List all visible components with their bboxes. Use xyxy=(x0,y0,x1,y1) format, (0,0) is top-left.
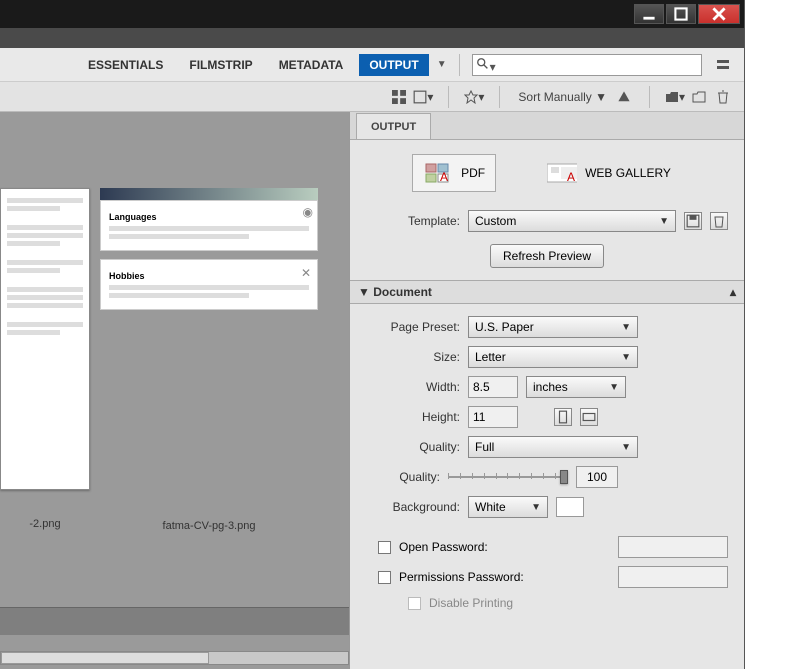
web-gallery-icon: A xyxy=(547,161,577,185)
refresh-preview-button[interactable]: Refresh Preview xyxy=(490,244,604,268)
panel-tab-output[interactable]: OUTPUT xyxy=(356,113,431,139)
filter-icon[interactable]: ▾ xyxy=(412,86,434,108)
tab-metadata[interactable]: METADATA xyxy=(269,54,354,76)
mode-web-button[interactable]: A WEB GALLERY xyxy=(536,154,682,192)
permissions-password-field[interactable] xyxy=(618,566,728,588)
document-section-header[interactable]: ▼ Document ▴ xyxy=(350,280,744,304)
star-rating-icon[interactable]: ▾ xyxy=(463,86,485,108)
disable-printing-label: Disable Printing xyxy=(429,596,513,610)
quality-slider-label: Quality: xyxy=(366,470,440,484)
content-pane: -2.png Languages ◉ ✕ Hobbies xyxy=(0,112,349,669)
toolbar: ▾ ▾ Sort Manually ▼ ▾ xyxy=(0,82,744,112)
output-panel: OUTPUT A PDF A WEB GALLERY Template: xyxy=(349,112,744,669)
save-template-icon[interactable] xyxy=(684,212,702,230)
thumbnail-label: -2.png xyxy=(0,518,90,530)
workspace-tabs: ESSENTIALS FILMSTRIP METADATA OUTPUT ▼ ▾ xyxy=(0,48,744,82)
thumbnail[interactable] xyxy=(0,188,90,490)
open-password-label: Open Password: xyxy=(399,540,488,554)
divider xyxy=(499,86,500,108)
close-icon[interactable]: ✕ xyxy=(301,266,311,280)
permissions-password-checkbox[interactable] xyxy=(378,571,391,584)
divider xyxy=(459,54,460,76)
tab-filmstrip[interactable]: FILMSTRIP xyxy=(179,54,262,76)
size-label: Size: xyxy=(366,350,460,364)
landscape-orientation-icon[interactable] xyxy=(580,408,598,426)
template-select[interactable]: Custom▼ xyxy=(468,210,676,232)
svg-text:A: A xyxy=(567,170,575,184)
grid-view-icon[interactable] xyxy=(388,86,410,108)
template-label: Template: xyxy=(366,214,460,228)
search-icon: ▾ xyxy=(476,57,496,74)
open-password-checkbox[interactable] xyxy=(378,541,391,554)
tab-essentials[interactable]: ESSENTIALS xyxy=(78,54,173,76)
search-input[interactable] xyxy=(472,54,702,76)
height-field[interactable] xyxy=(468,406,518,428)
badge-icon: ◉ xyxy=(303,205,313,219)
width-field[interactable] xyxy=(468,376,518,398)
horizontal-scrollbar[interactable] xyxy=(0,651,349,665)
quality-value-field[interactable] xyxy=(576,466,618,488)
divider xyxy=(649,86,650,108)
thumbnail-label: fatma-CV-pg-3.png xyxy=(100,520,318,532)
mode-pdf-button[interactable]: A PDF xyxy=(412,154,496,192)
main-area: -2.png Languages ◉ ✕ Hobbies xyxy=(0,112,744,669)
pdf-icon: A xyxy=(423,161,453,185)
sort-menu[interactable]: Sort Manually ▼ xyxy=(514,90,611,104)
chevron-down-icon[interactable]: ▼ xyxy=(437,59,447,70)
minimize-button[interactable] xyxy=(634,4,664,24)
close-button[interactable] xyxy=(698,4,740,24)
sort-ascending-icon[interactable] xyxy=(613,86,635,108)
width-label: Width: xyxy=(366,380,460,394)
disable-printing-checkbox xyxy=(408,597,421,610)
width-unit-select[interactable]: inches▼ xyxy=(526,376,626,398)
svg-text:A: A xyxy=(440,170,448,184)
tab-output[interactable]: OUTPUT xyxy=(359,54,428,76)
divider xyxy=(448,86,449,108)
page-preset-select[interactable]: U.S. Paper▼ xyxy=(468,316,638,338)
new-folder-icon[interactable] xyxy=(688,86,710,108)
height-label: Height: xyxy=(366,410,460,424)
size-select[interactable]: Letter▼ xyxy=(468,346,638,368)
quality-select[interactable]: Full▼ xyxy=(468,436,638,458)
mode-pdf-label: PDF xyxy=(461,166,485,180)
maximize-button[interactable] xyxy=(666,4,696,24)
cv-card[interactable]: Languages ◉ xyxy=(100,200,318,251)
trash-icon[interactable] xyxy=(712,86,734,108)
scroll-up-icon[interactable]: ▴ xyxy=(730,285,736,299)
open-password-field[interactable] xyxy=(618,536,728,558)
cv-card[interactable]: ✕ Hobbies xyxy=(100,259,318,310)
mode-web-label: WEB GALLERY xyxy=(585,166,671,180)
background-swatch[interactable] xyxy=(556,497,584,517)
open-recent-icon[interactable]: ▾ xyxy=(664,86,686,108)
app-window: ESSENTIALS FILMSTRIP METADATA OUTPUT ▼ ▾… xyxy=(0,0,745,669)
background-label: Background: xyxy=(366,500,460,514)
quality-label: Quality: xyxy=(366,440,460,454)
quality-slider[interactable] xyxy=(448,467,568,487)
permissions-password-label: Permissions Password: xyxy=(399,570,524,584)
titlebar xyxy=(0,0,744,28)
compact-mode-icon[interactable] xyxy=(712,54,734,76)
portrait-orientation-icon[interactable] xyxy=(554,408,572,426)
header-strip xyxy=(0,28,744,48)
page-preset-label: Page Preset: xyxy=(366,320,460,334)
delete-template-icon[interactable] xyxy=(710,212,728,230)
background-select[interactable]: White▼ xyxy=(468,496,548,518)
